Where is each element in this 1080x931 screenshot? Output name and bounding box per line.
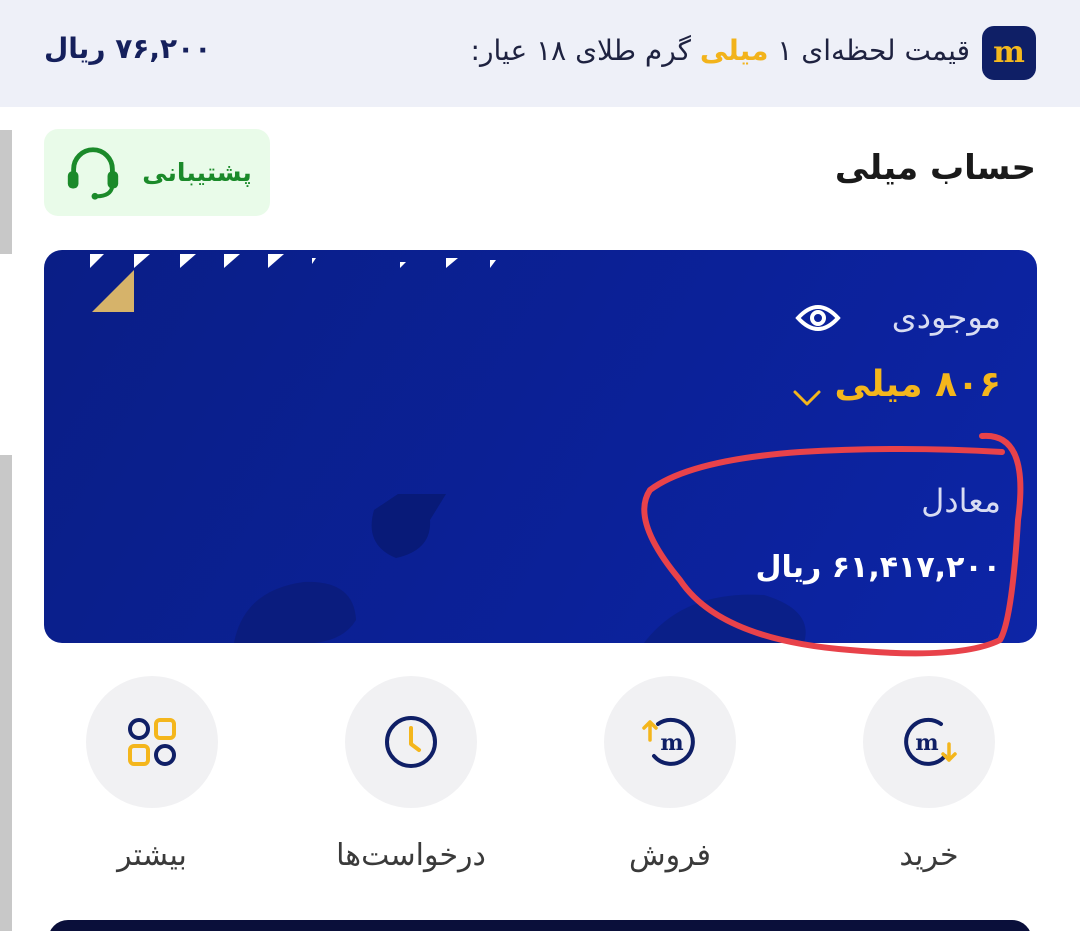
app-logo: m bbox=[982, 26, 1036, 80]
app-screen: m قیمت لحظه‌ای ۱ میلی گرم طلای ۱۸ عیار: … bbox=[0, 0, 1080, 931]
logo-letter: m bbox=[993, 35, 1025, 70]
equivalent-label: معادل bbox=[921, 482, 1001, 520]
svg-text:m: m bbox=[660, 730, 683, 756]
sell-action[interactable]: m فروش bbox=[560, 676, 780, 916]
eye-icon[interactable] bbox=[795, 298, 841, 338]
buy-icon: m bbox=[904, 717, 957, 766]
balance-value: ۸۰۶ میلی bbox=[834, 364, 1001, 405]
buy-action[interactable]: m خرید bbox=[819, 676, 1039, 916]
scrollbar-segment bbox=[0, 455, 12, 931]
price-label-unit: میلی bbox=[699, 34, 769, 67]
balance-card: موجودی ۸۰۶ میلی معادل ۶۱,۴۱۷,۲۰۰ ریال bbox=[44, 250, 1037, 643]
price-label-suffix: گرم طلای ۱۸ عیار: bbox=[470, 34, 691, 67]
sell-label: فروش bbox=[628, 838, 711, 873]
sell-icon: m bbox=[642, 717, 695, 766]
requests-label: درخواست‌ها bbox=[336, 838, 486, 873]
bottom-panel-edge bbox=[48, 920, 1032, 931]
more-circle[interactable] bbox=[86, 676, 218, 808]
equivalent-value: ۶۱,۴۱۷,۲۰۰ ریال bbox=[755, 550, 1001, 585]
chevron-down-icon[interactable] bbox=[791, 386, 823, 410]
grid-icon bbox=[128, 718, 176, 766]
buy-label: خرید bbox=[899, 838, 959, 873]
page-title: حساب میلی bbox=[834, 148, 1036, 188]
headset-icon bbox=[68, 146, 119, 200]
sell-circle[interactable]: m bbox=[604, 676, 736, 808]
gold-price-bar: m قیمت لحظه‌ای ۱ میلی گرم طلای ۱۸ عیار: … bbox=[0, 0, 1080, 107]
more-label: بیشتر bbox=[117, 838, 187, 873]
requests-action[interactable]: درخواست‌ها bbox=[301, 676, 521, 916]
gold-price-label: قیمت لحظه‌ای ۱ میلی گرم طلای ۱۸ عیار: bbox=[471, 34, 970, 67]
svg-text:m: m bbox=[915, 730, 938, 756]
balance-label: موجودی bbox=[891, 298, 1001, 336]
more-action[interactable]: بیشتر bbox=[42, 676, 262, 916]
support-label: پشتیبانی bbox=[142, 158, 252, 187]
buy-circle[interactable]: m bbox=[863, 676, 995, 808]
scrollbar-segment bbox=[0, 130, 12, 254]
requests-circle[interactable] bbox=[345, 676, 477, 808]
clock-icon bbox=[385, 716, 437, 768]
support-button[interactable]: پشتیبانی bbox=[44, 129, 270, 216]
gold-price-value: ۷۶,۲۰۰ ریال bbox=[44, 32, 212, 65]
price-label-prefix: قیمت لحظه‌ای ۱ bbox=[777, 34, 970, 67]
